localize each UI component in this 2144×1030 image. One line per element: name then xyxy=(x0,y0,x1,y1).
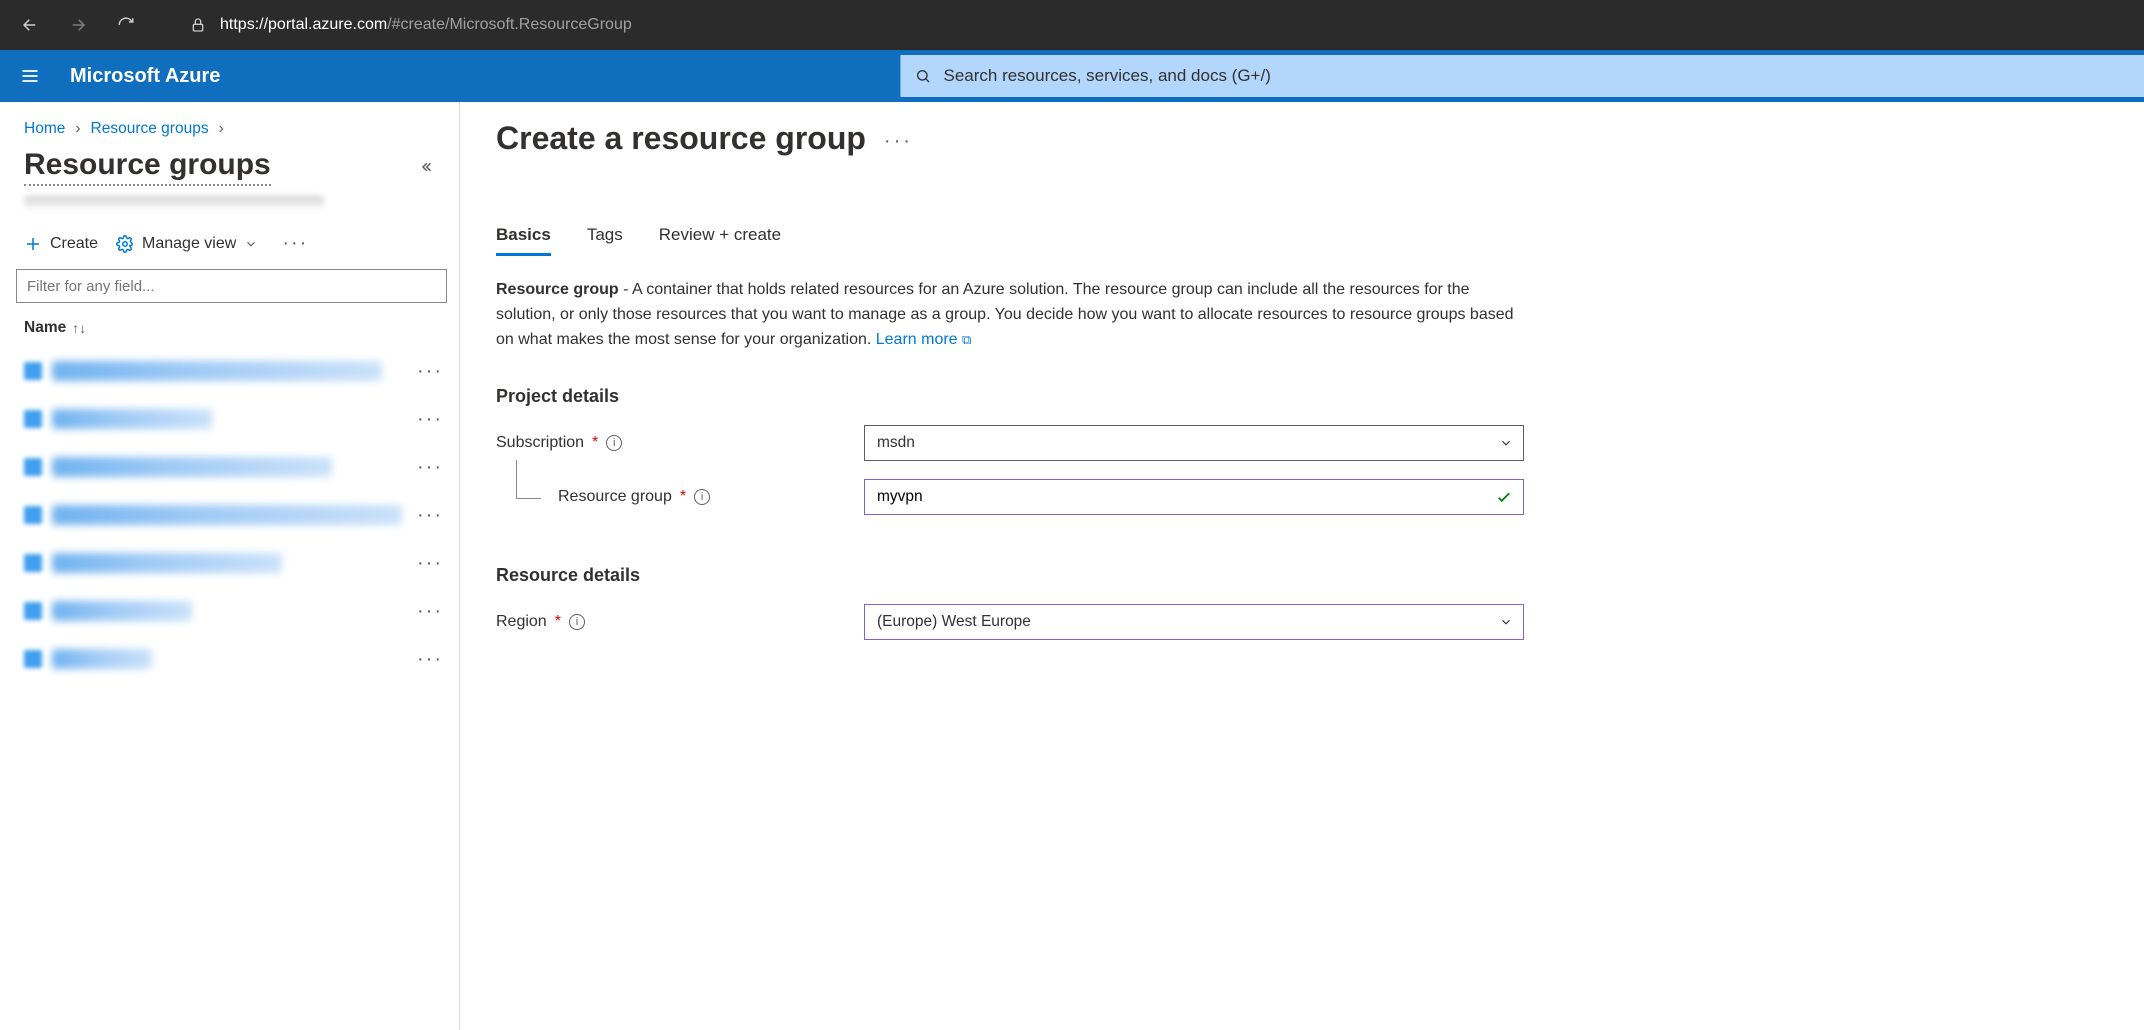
main-content: Create a resource group ··· Basics Tags … xyxy=(460,102,2144,1030)
left-toolbar: Create Manage view ··· xyxy=(0,228,459,269)
gear-icon xyxy=(116,235,134,253)
required-indicator: * xyxy=(555,613,561,631)
row-more-button[interactable]: ··· xyxy=(417,456,443,479)
search-icon xyxy=(915,68,931,84)
row-more-button[interactable]: ··· xyxy=(417,648,443,671)
page-title: Create a resource group xyxy=(496,120,866,157)
list-item[interactable]: ··· xyxy=(0,587,459,635)
resource-group-icon xyxy=(24,362,42,380)
resource-group-input-wrap xyxy=(864,479,1524,515)
breadcrumb: Home › Resource groups › xyxy=(0,110,459,144)
chevron-down-icon xyxy=(1499,615,1513,629)
page-more-button[interactable]: ··· xyxy=(884,124,913,153)
chevron-down-icon xyxy=(1499,436,1513,450)
resource-group-icon xyxy=(24,506,42,524)
row-more-button[interactable]: ··· xyxy=(417,408,443,431)
breadcrumb-resource-groups[interactable]: Resource groups xyxy=(91,120,209,138)
create-label: Create xyxy=(50,235,98,253)
breadcrumb-home[interactable]: Home xyxy=(24,120,65,138)
tabs: Basics Tags Review + create xyxy=(496,217,2108,256)
subscription-row: Subscription * i msdn xyxy=(496,425,2108,461)
resource-group-icon xyxy=(24,458,42,476)
list-item[interactable]: ··· xyxy=(0,491,459,539)
learn-more-link[interactable]: Learn more ⧉ xyxy=(876,331,972,348)
description: Resource group - A container that holds … xyxy=(496,278,1516,352)
resource-group-label: Resource group xyxy=(558,488,672,506)
url-host: https://portal.azure.com xyxy=(220,16,387,33)
resource-group-icon xyxy=(24,410,42,428)
subtitle-redacted xyxy=(24,196,324,210)
required-indicator: * xyxy=(592,434,598,452)
resource-group-icon xyxy=(24,602,42,620)
left-panel: Home › Resource groups › Resource groups… xyxy=(0,102,460,1030)
row-more-button[interactable]: ··· xyxy=(417,600,443,623)
section-project-details: Project details xyxy=(496,386,2108,407)
subscription-value: msdn xyxy=(877,434,915,452)
resource-group-icon xyxy=(24,650,42,668)
forward-button[interactable] xyxy=(64,11,92,39)
tab-tags[interactable]: Tags xyxy=(587,217,623,255)
search-input[interactable] xyxy=(943,66,2130,86)
chevron-down-icon xyxy=(244,237,258,251)
back-button[interactable] xyxy=(16,11,44,39)
resource-group-list: ··· ··· ··· ··· ··· ··· ··· xyxy=(0,347,459,1030)
collapse-panel-button[interactable] xyxy=(417,158,435,176)
info-icon[interactable]: i xyxy=(694,489,710,505)
tab-review-create[interactable]: Review + create xyxy=(659,217,781,255)
resource-group-row: Resource group * i xyxy=(496,479,2108,515)
region-label: Region xyxy=(496,613,547,631)
azure-topbar: Microsoft Azure xyxy=(0,50,2144,102)
row-more-button[interactable]: ··· xyxy=(417,360,443,383)
list-item[interactable]: ··· xyxy=(0,347,459,395)
section-resource-details: Resource details xyxy=(496,565,2108,586)
chevron-right-icon: › xyxy=(219,120,224,138)
info-icon[interactable]: i xyxy=(606,435,622,451)
resource-group-icon xyxy=(24,554,42,572)
tab-basics[interactable]: Basics xyxy=(496,217,551,255)
more-actions-button[interactable]: ··· xyxy=(276,232,314,255)
list-item[interactable]: ··· xyxy=(0,395,459,443)
list-item[interactable]: ··· xyxy=(0,539,459,587)
region-value: (Europe) West Europe xyxy=(877,613,1031,631)
resource-group-input[interactable] xyxy=(877,488,1511,506)
global-search[interactable] xyxy=(900,55,2144,97)
list-item[interactable]: ··· xyxy=(0,443,459,491)
plus-icon xyxy=(24,235,42,253)
subscription-label: Subscription xyxy=(496,434,584,452)
left-panel-title: Resource groups xyxy=(24,148,271,186)
url-path: /#create/Microsoft.ResourceGroup xyxy=(387,16,632,33)
lock-icon xyxy=(190,17,206,33)
sort-icon: ↑↓ xyxy=(72,320,86,336)
region-select[interactable]: (Europe) West Europe xyxy=(864,604,1524,640)
menu-button[interactable] xyxy=(0,50,60,102)
row-more-button[interactable]: ··· xyxy=(417,504,443,527)
manage-view-button[interactable]: Manage view xyxy=(116,235,258,253)
column-header-name[interactable]: Name ↑↓ xyxy=(0,309,459,347)
address-bar[interactable]: https://portal.azure.com/#create/Microso… xyxy=(190,16,632,34)
filter-input[interactable] xyxy=(16,269,447,303)
row-more-button[interactable]: ··· xyxy=(417,552,443,575)
manage-view-label: Manage view xyxy=(142,235,236,253)
region-row: Region * i (Europe) West Europe xyxy=(496,604,2108,640)
browser-bar: https://portal.azure.com/#create/Microso… xyxy=(0,0,2144,50)
info-icon[interactable]: i xyxy=(569,614,585,630)
reload-button[interactable] xyxy=(112,11,140,39)
external-link-icon: ⧉ xyxy=(962,332,971,347)
required-indicator: * xyxy=(680,488,686,506)
brand-label[interactable]: Microsoft Azure xyxy=(60,65,220,88)
subscription-select[interactable]: msdn xyxy=(864,425,1524,461)
check-icon xyxy=(1495,488,1513,506)
chevron-right-icon: › xyxy=(75,120,80,138)
create-button[interactable]: Create xyxy=(24,235,98,253)
list-item[interactable]: ··· xyxy=(0,635,459,683)
